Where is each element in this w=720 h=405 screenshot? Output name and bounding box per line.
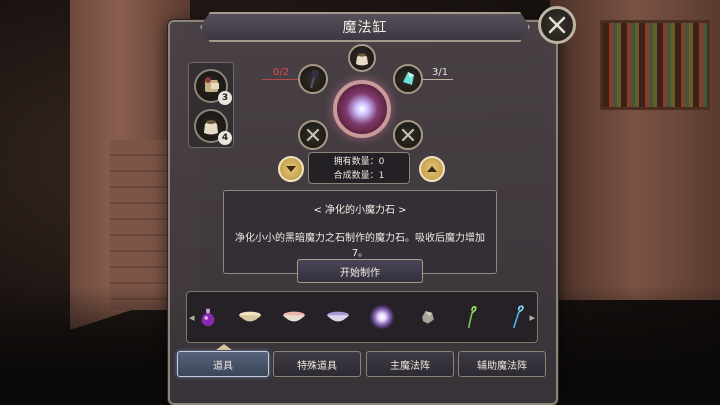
chevron-up-icon (427, 166, 437, 172)
item-slot[interactable] (235, 302, 265, 332)
ingredient-slot-right[interactable] (393, 64, 423, 94)
item-slot[interactable] (503, 302, 533, 332)
quantity-box: 拥有数量：0 合成数量：1 (308, 152, 410, 184)
empty-slot[interactable] (393, 120, 423, 150)
ingredient-slot-top[interactable] (348, 44, 376, 72)
chevron-down-icon (286, 166, 296, 172)
tab-main-magic-circle[interactable]: 主魔法阵 (366, 351, 454, 377)
glowing-orb-icon (368, 303, 396, 331)
material-slot[interactable]: 4 (194, 109, 232, 145)
tab-auxiliary-magic-circle[interactable]: 辅助魔法阵 (458, 351, 546, 377)
connector-line (423, 79, 453, 80)
material-count: 4 (218, 131, 232, 145)
owned-quantity: 拥有数量：0 (333, 157, 385, 167)
item-selector: ◂ ▸ (186, 291, 538, 343)
result-orb (333, 80, 391, 138)
item-slot[interactable] (279, 302, 309, 332)
crystal-shard-icon (403, 72, 414, 85)
close-icon (548, 16, 566, 34)
cream-bowl-icon (239, 311, 261, 322)
blue-staff-icon (513, 305, 524, 329)
stone-icon (422, 311, 434, 324)
connector-line (262, 79, 298, 80)
item-slot[interactable] (413, 302, 443, 332)
ingredient-count-left: 0/2 (273, 67, 290, 78)
pink-bowl-icon (283, 311, 305, 322)
tab-special-items[interactable]: 特殊道具 (273, 351, 361, 377)
decrease-quantity-button[interactable] (278, 156, 304, 182)
dark-staff-icon (309, 70, 319, 89)
panel-title: 魔法缸 (342, 20, 388, 36)
material-list: 3 4 (188, 62, 234, 148)
green-staff-icon (467, 306, 477, 328)
empty-slot[interactable] (298, 120, 328, 150)
material-count: 3 (218, 91, 232, 105)
item-slot[interactable] (323, 302, 353, 332)
close-button[interactable] (538, 6, 576, 44)
item-slot[interactable] (193, 302, 223, 332)
bookshelf (600, 20, 710, 110)
sack-icon (356, 53, 368, 66)
lavender-bowl-icon (327, 311, 349, 322)
item-slot[interactable] (367, 302, 397, 332)
increase-quantity-button[interactable] (419, 156, 445, 182)
material-slot[interactable]: 3 (194, 69, 232, 105)
item-slot[interactable] (457, 302, 487, 332)
craft-quantity: 合成数量：1 (333, 171, 385, 181)
title-bar: 魔法缸 (200, 12, 530, 42)
purple-potion-icon (201, 308, 215, 327)
ingredient-slot-left[interactable] (298, 64, 328, 94)
ingredient-count-right: 3/1 (432, 67, 449, 78)
active-tab-indicator-icon (216, 344, 232, 350)
start-crafting-button[interactable]: 开始制作 (297, 259, 423, 283)
item-description: 净化小小的黑暗魔力之石制作的魔力石。吸收后魔力增加7。 (235, 233, 485, 259)
item-name: < 净化的小魔力石 > (313, 205, 407, 216)
tab-items[interactable]: 道具 (177, 351, 269, 377)
